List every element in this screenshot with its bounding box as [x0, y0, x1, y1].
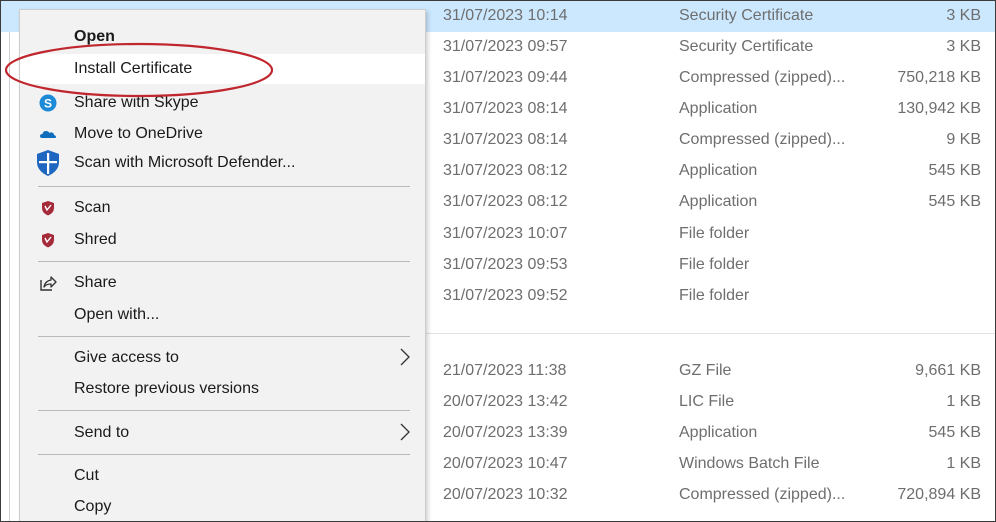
file-type: File folder — [679, 225, 750, 242]
skype-icon: S — [39, 94, 57, 112]
file-size: 1 KB — [946, 393, 981, 410]
menu-separator — [38, 410, 410, 411]
file-type: File folder — [679, 287, 750, 304]
menu-item-label: Share — [74, 274, 117, 291]
file-type: Security Certificate — [679, 38, 814, 55]
file-size: 720,894 KB — [897, 486, 981, 503]
menu-separator — [38, 261, 410, 262]
menu-item-cut[interactable]: Cut — [20, 461, 425, 491]
file-type: Application — [679, 424, 758, 441]
menu-item-send-to[interactable]: Send to — [20, 418, 425, 448]
menu-item-scan-with-defender[interactable]: Scan with Microsoft Defender... — [20, 148, 425, 178]
menu-item-give-access-to[interactable]: Give access to — [20, 343, 425, 373]
menu-item-label: Restore previous versions — [74, 380, 259, 397]
menu-item-shred[interactable]: Shred — [20, 225, 425, 255]
file-type: Application — [679, 100, 758, 117]
file-date: 31/07/2023 10:14 — [443, 7, 568, 24]
file-date: 20/07/2023 10:47 — [443, 455, 568, 472]
svg-text:S: S — [44, 96, 52, 110]
file-type: Application — [679, 162, 758, 179]
file-date: 31/07/2023 08:12 — [443, 162, 568, 179]
menu-item-label: Send to — [74, 424, 130, 441]
antivirus-shield-icon — [42, 233, 54, 248]
menu-item-share-with-skype[interactable]: S Share with Skype — [20, 88, 425, 118]
file-size: 545 KB — [928, 424, 981, 441]
antivirus-shield-icon — [42, 201, 54, 216]
context-menu: Open Install Certificate S Share with Sk… — [19, 9, 426, 521]
file-type: Security Certificate — [679, 7, 814, 24]
menu-item-label: Share with Skype — [74, 94, 199, 111]
menu-item-label: Cut — [74, 467, 99, 484]
file-type: Application — [679, 193, 758, 210]
menu-item-open[interactable]: Open — [20, 22, 425, 52]
file-type: GZ File — [679, 362, 732, 379]
file-date: 31/07/2023 09:52 — [443, 287, 568, 304]
file-size: 3 KB — [946, 7, 981, 24]
menu-item-label: Copy — [74, 498, 112, 515]
menu-item-label: Scan with Microsoft Defender... — [74, 154, 296, 171]
menu-item-label: Move to OneDrive — [74, 125, 203, 142]
menu-item-install-certificate[interactable]: Install Certificate — [20, 54, 425, 84]
file-size: 545 KB — [928, 193, 981, 210]
file-date: 31/07/2023 08:14 — [443, 131, 568, 148]
file-size: 9,661 KB — [915, 362, 981, 379]
menu-separator — [38, 336, 410, 337]
menu-item-label: Install Certificate — [74, 60, 193, 77]
file-date: 31/07/2023 09:44 — [443, 69, 568, 86]
file-date: 31/07/2023 09:53 — [443, 256, 568, 273]
file-type: Compressed (zipped)... — [679, 69, 846, 86]
file-date: 20/07/2023 13:39 — [443, 424, 568, 441]
menu-separator — [38, 454, 410, 455]
menu-item-share[interactable]: Share — [20, 268, 425, 298]
file-explorer-window: 31/07/2023 10:14 Security Certificate 3 … — [0, 0, 996, 522]
menu-item-move-to-onedrive[interactable]: Move to OneDrive — [20, 119, 425, 149]
onedrive-cloud-icon — [40, 131, 56, 138]
menu-separator — [38, 186, 410, 187]
file-size: 9 KB — [946, 131, 981, 148]
menu-item-label: Shred — [74, 231, 117, 248]
share-icon — [40, 276, 57, 291]
file-date: 31/07/2023 10:07 — [443, 225, 568, 242]
chevron-right-icon — [400, 348, 410, 366]
file-date: 31/07/2023 08:12 — [443, 193, 568, 210]
file-date: 31/07/2023 08:14 — [443, 100, 568, 117]
file-size: 1 KB — [946, 455, 981, 472]
defender-shield-icon — [37, 150, 59, 176]
group-divider — [426, 333, 995, 334]
menu-item-label: Scan — [74, 199, 111, 216]
menu-item-label: Open — [74, 28, 115, 45]
menu-item-scan[interactable]: Scan — [20, 193, 425, 223]
chevron-right-icon — [400, 423, 410, 441]
file-size: 545 KB — [928, 162, 981, 179]
file-size: 750,218 KB — [897, 69, 981, 86]
file-type: Windows Batch File — [679, 455, 820, 472]
menu-item-label: Open with... — [74, 306, 160, 323]
file-size: 3 KB — [946, 38, 981, 55]
file-date: 21/07/2023 11:38 — [443, 362, 567, 379]
file-type: LIC File — [679, 393, 735, 410]
file-type: Compressed (zipped)... — [679, 131, 846, 148]
menu-item-label: Give access to — [74, 349, 179, 366]
file-type: File folder — [679, 256, 750, 273]
file-size: 130,942 KB — [897, 100, 981, 117]
file-date: 20/07/2023 13:42 — [443, 393, 568, 410]
file-date: 20/07/2023 10:32 — [443, 486, 568, 503]
menu-item-open-with[interactable]: Open with... — [20, 300, 425, 330]
menu-item-restore-previous-versions[interactable]: Restore previous versions — [20, 374, 425, 404]
menu-item-copy[interactable]: Copy — [20, 492, 425, 521]
file-type: Compressed (zipped)... — [679, 486, 846, 503]
file-date: 31/07/2023 09:57 — [443, 38, 568, 55]
